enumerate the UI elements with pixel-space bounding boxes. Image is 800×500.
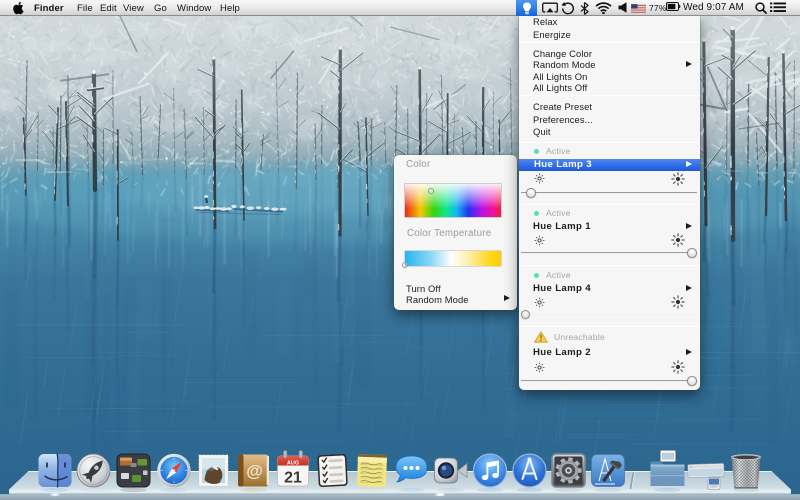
svg-text:AUG: AUG (287, 461, 299, 467)
svg-text:21: 21 (284, 470, 302, 487)
svg-text:@: @ (246, 462, 263, 481)
